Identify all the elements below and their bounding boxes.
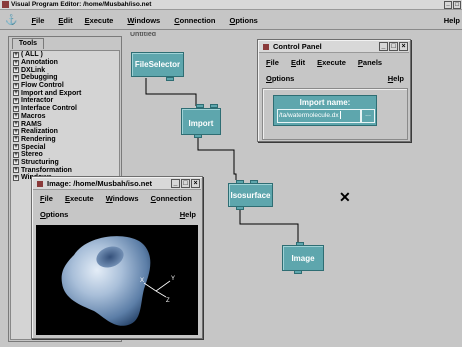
menu-options[interactable]: Options	[229, 16, 257, 25]
image-label: Image	[291, 253, 315, 263]
tool-category[interactable]: + Transformation	[11, 166, 119, 174]
fileselector-output-port[interactable]	[166, 77, 174, 81]
image-window-menubar: File Execute Windows Connection	[34, 193, 200, 203]
tool-category[interactable]: +( ALL )	[11, 51, 119, 59]
main-maximize-button[interactable]: □	[453, 0, 461, 9]
axis-label-x: X	[140, 278, 144, 284]
main-minimize-button[interactable]: _	[444, 0, 452, 9]
isosurface-label: Isosurface	[230, 190, 271, 200]
menu-execute[interactable]: Execute	[85, 16, 114, 25]
minimize-icon[interactable]: _	[171, 179, 180, 188]
maximize-icon[interactable]: □	[389, 42, 398, 51]
menu-edit[interactable]: Edit	[58, 16, 72, 25]
menu-windows[interactable]: Windows	[127, 16, 160, 25]
program-icon	[2, 1, 9, 8]
tool-category[interactable]: + Rendering	[11, 136, 119, 144]
tool-category[interactable]: + Macros	[11, 113, 119, 121]
axis-label-z: Z	[166, 298, 170, 304]
close-icon[interactable]: ×	[399, 42, 408, 51]
control-panel-menubar-2: Options Help	[260, 73, 408, 83]
img-menu-connection[interactable]: Connection	[151, 194, 192, 203]
interactor-label: Import name:	[299, 98, 351, 107]
tool-category[interactable]: + Special	[11, 143, 119, 151]
control-panel-menubar: File Edit Execute Panels	[260, 57, 408, 67]
fileselector-module[interactable]: FileSelector	[131, 52, 184, 77]
render-viewport[interactable]: X Y Z	[36, 225, 198, 335]
main-menubar: ⚓ File Edit Execute Windows Connection O…	[0, 12, 462, 28]
image-output-port[interactable]	[294, 270, 302, 274]
program-icon	[261, 42, 270, 51]
axis-label-y: Y	[171, 276, 175, 282]
import-output-port[interactable]	[194, 134, 202, 138]
import-name-field[interactable]: /ta/watermolecule.dx	[277, 109, 361, 123]
import-label: Import	[188, 119, 214, 128]
isosurface-module[interactable]: Isosurface	[228, 183, 273, 207]
cp-menu-edit[interactable]: Edit	[291, 58, 305, 67]
cp-menu-options[interactable]: Options	[266, 74, 294, 83]
import-name-value: /ta/watermolecule.dx	[279, 112, 339, 119]
image-window-title: Image: /home/Musbah/iso.net	[47, 179, 153, 188]
tool-category[interactable]: + Annotation	[11, 59, 119, 67]
tool-category[interactable]: + Debugging	[11, 74, 119, 82]
image-window[interactable]: Image: /home/Musbah/iso.net _ □ × File E…	[31, 176, 203, 339]
tool-category[interactable]: + Stereo	[11, 151, 119, 159]
isosurface-output-port[interactable]	[236, 206, 244, 210]
img-menu-windows[interactable]: Windows	[106, 194, 139, 203]
img-menu-file[interactable]: File	[40, 194, 53, 203]
program-icon	[35, 179, 44, 188]
menu-help[interactable]: Help	[444, 16, 460, 25]
browse-button[interactable]: ...	[361, 109, 375, 123]
img-menu-execute[interactable]: Execute	[65, 194, 94, 203]
cp-menu-execute[interactable]: Execute	[317, 58, 346, 67]
menubar-divider	[0, 29, 462, 30]
main-window-title: Visual Program Editor: /home/Musbah/iso.…	[11, 1, 152, 8]
cp-menu-panels[interactable]: Panels	[358, 58, 382, 67]
img-menu-help[interactable]: Help	[180, 210, 196, 219]
image-module[interactable]: Image	[282, 245, 324, 271]
cp-menu-help[interactable]: Help	[388, 74, 404, 83]
isosurface-render: X Y Z	[61, 236, 175, 326]
close-icon[interactable]: ×	[191, 179, 200, 188]
maximize-icon[interactable]: □	[181, 179, 190, 188]
menu-file[interactable]: File	[31, 16, 44, 25]
tool-category[interactable]: + RAMS	[11, 120, 119, 128]
tool-category[interactable]: + Interactor	[11, 97, 119, 105]
control-panel-title: Control Panel	[273, 42, 322, 51]
image-window-menubar-2: Options Help	[34, 209, 200, 219]
control-panel-titlebar[interactable]: Control Panel _ □ ×	[259, 41, 409, 53]
tool-category[interactable]: + Realization	[11, 128, 119, 136]
control-panel-workspace: Import name: /ta/watermolecule.dx ...	[262, 88, 408, 140]
anchor-icon: ⚓	[5, 14, 18, 26]
cp-menu-file[interactable]: File	[266, 58, 279, 67]
canvas-page-tab[interactable]: Untitled	[130, 32, 170, 38]
main-window-titlebar[interactable]: Visual Program Editor: /home/Musbah/iso.…	[0, 0, 462, 10]
image-window-titlebar[interactable]: Image: /home/Musbah/iso.net _ □ ×	[33, 178, 201, 190]
control-panel-window[interactable]: Control Panel _ □ × File Edit Execute Pa…	[257, 39, 411, 142]
tool-category[interactable]: + DXLink	[11, 66, 119, 74]
import-module[interactable]: Import	[181, 108, 221, 135]
menu-connection[interactable]: Connection	[174, 16, 215, 25]
tool-category[interactable]: + Flow Control	[11, 82, 119, 90]
tool-category[interactable]: + Import and Export	[11, 89, 119, 97]
tool-category[interactable]: + Interface Control	[11, 105, 119, 113]
axis-gizmo	[143, 280, 171, 298]
fileselector-label: FileSelector	[134, 60, 181, 69]
tool-category[interactable]: + Structuring	[11, 159, 119, 167]
img-menu-options[interactable]: Options	[40, 210, 68, 219]
minimize-icon[interactable]: _	[379, 42, 388, 51]
tools-tab[interactable]: Tools	[12, 38, 44, 49]
import-name-interactor[interactable]: Import name: /ta/watermolecule.dx ...	[273, 95, 377, 126]
cursor-x-icon: ✕	[339, 189, 351, 205]
